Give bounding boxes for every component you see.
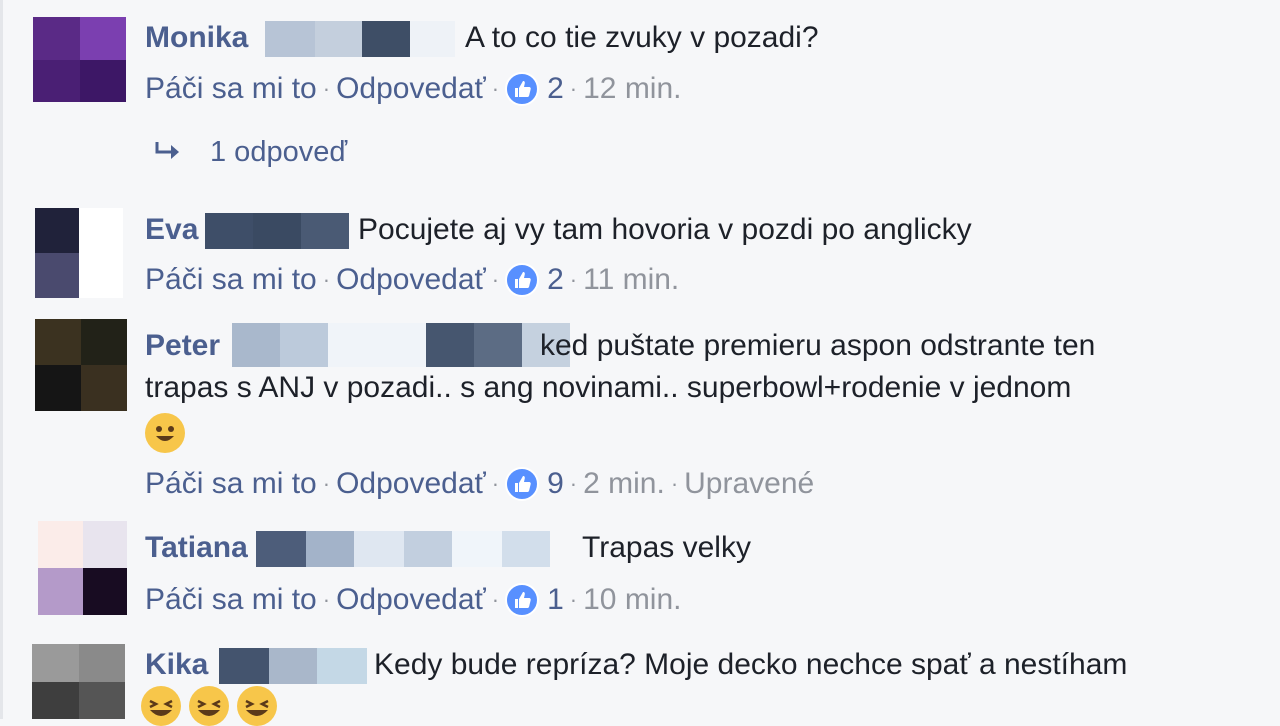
avatar-tatiana[interactable] [38, 521, 127, 615]
laughing-face-icon [141, 686, 181, 726]
separator: · [491, 587, 500, 612]
comment-text-eva: Pocujete aj vy tam hovoria v pozdi po an… [358, 213, 972, 246]
edited-label[interactable]: Upravené [684, 466, 814, 502]
comment-time[interactable]: 11 min. [583, 262, 679, 298]
thumbs-up-icon[interactable] [505, 263, 540, 297]
comment-text-peter-line1: ked puštate premieru aspon odstrante ten [540, 329, 1096, 362]
smiling-face-emoji [145, 413, 193, 453]
thumbs-up-icon[interactable] [505, 467, 540, 501]
comment-author-monika[interactable]: Monika [145, 20, 248, 56]
avatar-kika[interactable] [32, 644, 125, 719]
like-count[interactable]: 2 [547, 262, 564, 298]
reply-link[interactable]: Odpovedať [336, 582, 486, 618]
comment-actions-monika: Páči sa mi to · Odpovedať · 2 · 12 min. [145, 71, 682, 107]
reply-link[interactable]: Odpovedať [336, 466, 486, 502]
like-link[interactable]: Páči sa mi to [145, 262, 317, 298]
comment-actions-eva: Páči sa mi to · Odpovedať · 2 · 11 min. [145, 262, 679, 298]
separator: · [569, 587, 578, 612]
reply-link[interactable]: Odpovedať [336, 71, 486, 107]
redacted-surname-kika [219, 648, 367, 684]
redacted-surname-peter [232, 323, 570, 367]
separator: · [569, 471, 578, 496]
avatar-eva[interactable] [35, 208, 123, 298]
comment-text-kika: Kedy bude repríza? Moje decko nechce spa… [374, 648, 1128, 681]
separator: · [322, 471, 331, 496]
comment-actions-tatiana: Páči sa mi to · Odpovedať · 1 · 10 min. [145, 582, 682, 618]
separator: · [670, 471, 679, 496]
like-link[interactable]: Páči sa mi to [145, 71, 317, 107]
redacted-surname-tatiana [256, 531, 550, 567]
laughing-face-icon [189, 686, 229, 726]
redacted-surname-eva [205, 213, 349, 249]
comment-author-eva[interactable]: Eva [145, 212, 198, 248]
like-count[interactable]: 2 [547, 71, 564, 107]
separator: · [322, 267, 331, 292]
comment-author-tatiana[interactable]: Tatiana [145, 530, 248, 566]
avatar-monika[interactable] [33, 17, 126, 102]
separator: · [491, 471, 500, 496]
like-count[interactable]: 9 [547, 466, 564, 502]
like-link[interactable]: Páči sa mi to [145, 466, 317, 502]
comment-time[interactable]: 12 min. [583, 71, 681, 107]
separator: · [491, 267, 500, 292]
like-link[interactable]: Páči sa mi to [145, 582, 317, 618]
reply-link[interactable]: Odpovedať [336, 262, 486, 298]
laughing-face-icon [237, 686, 277, 726]
comment-author-kika[interactable]: Kika [145, 647, 208, 683]
separator: · [322, 587, 331, 612]
comment-text-tatiana: Trapas velky [582, 531, 751, 564]
thumbs-up-icon[interactable] [505, 583, 540, 617]
comment-time[interactable]: 10 min. [583, 582, 681, 618]
comment-author-peter[interactable]: Peter [145, 328, 220, 364]
thumbs-up-icon[interactable] [505, 72, 540, 106]
laughing-face-emoji-row [141, 686, 285, 726]
view-replies-link[interactable]: 1 odpoveď [152, 136, 347, 169]
replies-count-label[interactable]: 1 odpoveď [210, 136, 347, 169]
separator: · [569, 76, 578, 101]
like-count[interactable]: 1 [547, 582, 564, 618]
comment-actions-peter: Páči sa mi to · Odpovedať · 9 · 2 min. ·… [145, 466, 814, 502]
separator: · [569, 267, 578, 292]
comment-time[interactable]: 2 min. [583, 466, 665, 502]
avatar-peter[interactable] [35, 319, 127, 411]
redacted-surname-monika [265, 21, 455, 57]
separator: · [322, 76, 331, 101]
reply-arrow-icon [155, 141, 179, 159]
comment-text-monika: A to co tie zvuky v pozadi? [465, 21, 819, 54]
left-border [0, 0, 3, 719]
separator: · [491, 76, 500, 101]
comment-text-peter-line2: trapas s ANJ v pozadi.. s ang novinami..… [145, 371, 1072, 404]
